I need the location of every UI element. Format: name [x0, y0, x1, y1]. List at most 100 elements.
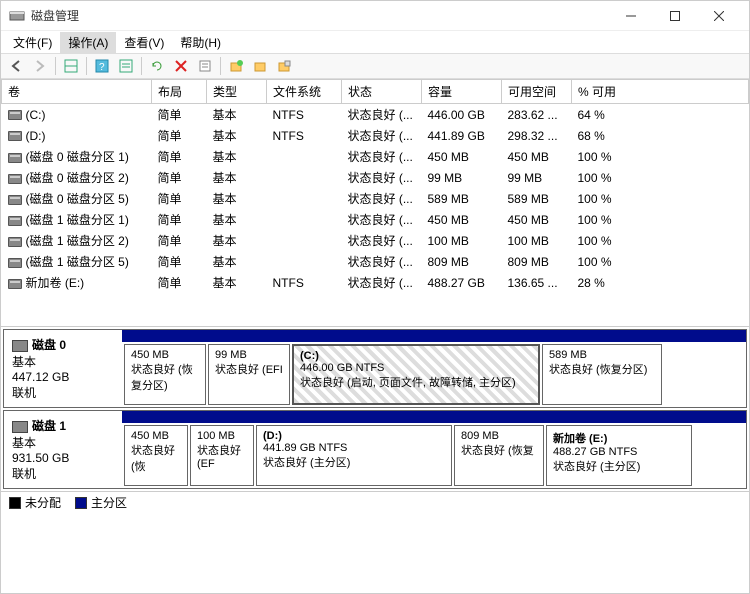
app-icon	[9, 8, 25, 24]
col-volume[interactable]: 卷	[2, 80, 152, 104]
vol-capacity: 99 MB	[422, 167, 502, 188]
vol-type: 基本	[207, 167, 267, 188]
table-row[interactable]: 新加卷 (E:)简单基本NTFS状态良好 (...488.27 GB136.65…	[2, 272, 749, 293]
drive-icon	[8, 237, 22, 247]
vol-capacity: 441.89 GB	[422, 125, 502, 146]
vol-type: 基本	[207, 251, 267, 272]
vol-layout: 简单	[152, 167, 207, 188]
svg-text:?: ?	[99, 62, 105, 73]
partition-size: 446.00 GB NTFS	[300, 362, 532, 374]
table-row[interactable]: (磁盘 1 磁盘分区 2)简单基本状态良好 (...100 MB100 MB10…	[2, 230, 749, 251]
vol-type: 基本	[207, 230, 267, 251]
view-split-icon[interactable]	[60, 55, 82, 77]
col-fs[interactable]: 文件系统	[267, 80, 342, 104]
vol-free: 450 MB	[502, 146, 572, 167]
folder-icon[interactable]	[249, 55, 271, 77]
forward-button[interactable]	[29, 55, 51, 77]
vol-pct: 100 %	[572, 167, 749, 188]
partition[interactable]: 450 MB状态良好 (恢	[124, 425, 188, 486]
table-row[interactable]: (D:)简单基本NTFS状态良好 (...441.89 GB298.32 ...…	[2, 125, 749, 146]
table-row[interactable]: (磁盘 0 磁盘分区 1)简单基本状态良好 (...450 MB450 MB10…	[2, 146, 749, 167]
vol-status: 状态良好 (...	[342, 209, 422, 230]
partition-title: (D:)	[263, 430, 445, 442]
menu-help[interactable]: 帮助(H)	[172, 32, 229, 53]
legend-primary: 主分区	[91, 494, 127, 511]
vol-fs: NTFS	[267, 125, 342, 146]
maximize-button[interactable]	[653, 2, 697, 30]
back-button[interactable]	[5, 55, 27, 77]
disk-type: 基本	[12, 434, 114, 451]
disk-block: 磁盘 0基本447.12 GB联机450 MB状态良好 (恢复分区)99 MB状…	[3, 329, 747, 408]
partition[interactable]: 100 MB状态良好 (EF	[190, 425, 254, 486]
table-row[interactable]: (C:)简单基本NTFS状态良好 (...446.00 GB283.62 ...…	[2, 104, 749, 126]
vol-fs	[267, 251, 342, 272]
volume-list[interactable]: 卷 布局 类型 文件系统 状态 容量 可用空间 % 可用 (C:)简单基本NTF…	[1, 79, 749, 327]
vol-name: (磁盘 1 磁盘分区 2)	[26, 234, 129, 248]
col-capacity[interactable]: 容量	[422, 80, 502, 104]
refresh-icon[interactable]	[146, 55, 168, 77]
partition[interactable]: 589 MB状态良好 (恢复分区)	[542, 344, 662, 405]
column-headers[interactable]: 卷 布局 类型 文件系统 状态 容量 可用空间 % 可用	[2, 80, 749, 104]
vol-layout: 简单	[152, 104, 207, 126]
table-row[interactable]: (磁盘 1 磁盘分区 1)简单基本状态良好 (...450 MB450 MB10…	[2, 209, 749, 230]
partition[interactable]: 99 MB状态良好 (EFI	[208, 344, 290, 405]
vol-layout: 简单	[152, 125, 207, 146]
properties-icon[interactable]	[194, 55, 216, 77]
partition[interactable]: (D:)441.89 GB NTFS状态良好 (主分区)	[256, 425, 452, 486]
delete-icon[interactable]	[170, 55, 192, 77]
vol-status: 状态良好 (...	[342, 104, 422, 126]
legend: 未分配 主分区	[1, 491, 749, 513]
vol-pct: 64 %	[572, 104, 749, 126]
col-type[interactable]: 类型	[207, 80, 267, 104]
settings-icon[interactable]	[273, 55, 295, 77]
partition-status: 状态良好 (EF	[197, 442, 247, 470]
vol-status: 状态良好 (...	[342, 251, 422, 272]
list-icon[interactable]	[115, 55, 137, 77]
window-title: 磁盘管理	[31, 7, 609, 24]
disk-status: 联机	[12, 465, 114, 482]
col-pct[interactable]: % 可用	[572, 80, 749, 104]
vol-free: 100 MB	[502, 230, 572, 251]
partition[interactable]: 新加卷 (E:)488.27 GB NTFS状态良好 (主分区)	[546, 425, 692, 486]
menu-file[interactable]: 文件(F)	[5, 32, 60, 53]
vol-layout: 简单	[152, 272, 207, 293]
disk-info: 磁盘 1基本931.50 GB联机	[4, 411, 122, 488]
help-icon[interactable]: ?	[91, 55, 113, 77]
table-row[interactable]: (磁盘 1 磁盘分区 5)简单基本状态良好 (...809 MB809 MB10…	[2, 251, 749, 272]
close-button[interactable]	[697, 2, 741, 30]
partition[interactable]: 450 MB状态良好 (恢复分区)	[124, 344, 206, 405]
vol-status: 状态良好 (...	[342, 146, 422, 167]
partition-size: 589 MB	[549, 349, 655, 361]
partition[interactable]: 809 MB状态良好 (恢复	[454, 425, 544, 486]
vol-name: (D:)	[26, 129, 46, 143]
col-free[interactable]: 可用空间	[502, 80, 572, 104]
vol-pct: 28 %	[572, 272, 749, 293]
table-row[interactable]: (磁盘 0 磁盘分区 2)简单基本状态良好 (...99 MB99 MB100 …	[2, 167, 749, 188]
new-folder-icon[interactable]	[225, 55, 247, 77]
vol-fs	[267, 146, 342, 167]
drive-icon	[8, 195, 22, 205]
menu-action[interactable]: 操作(A)	[60, 32, 116, 53]
menu-view[interactable]: 查看(V)	[116, 32, 172, 53]
vol-pct: 100 %	[572, 209, 749, 230]
partition-size: 441.89 GB NTFS	[263, 442, 445, 454]
minimize-button[interactable]	[609, 2, 653, 30]
vol-fs: NTFS	[267, 104, 342, 126]
partition-status: 状态良好 (恢复分区)	[131, 361, 199, 393]
vol-layout: 简单	[152, 251, 207, 272]
vol-name: (C:)	[26, 108, 46, 122]
vol-fs	[267, 167, 342, 188]
col-status[interactable]: 状态	[342, 80, 422, 104]
col-layout[interactable]: 布局	[152, 80, 207, 104]
disk-size: 931.50 GB	[12, 451, 114, 465]
partition[interactable]: (C:)446.00 GB NTFS状态良好 (启动, 页面文件, 故障转储, …	[292, 344, 540, 405]
table-row[interactable]: (磁盘 0 磁盘分区 5)简单基本状态良好 (...589 MB589 MB10…	[2, 188, 749, 209]
vol-free: 809 MB	[502, 251, 572, 272]
drive-icon	[8, 131, 22, 141]
vol-capacity: 450 MB	[422, 146, 502, 167]
vol-layout: 简单	[152, 209, 207, 230]
vol-name: 新加卷 (E:)	[26, 276, 85, 290]
vol-type: 基本	[207, 104, 267, 126]
drive-icon	[8, 174, 22, 184]
drive-icon	[8, 216, 22, 226]
